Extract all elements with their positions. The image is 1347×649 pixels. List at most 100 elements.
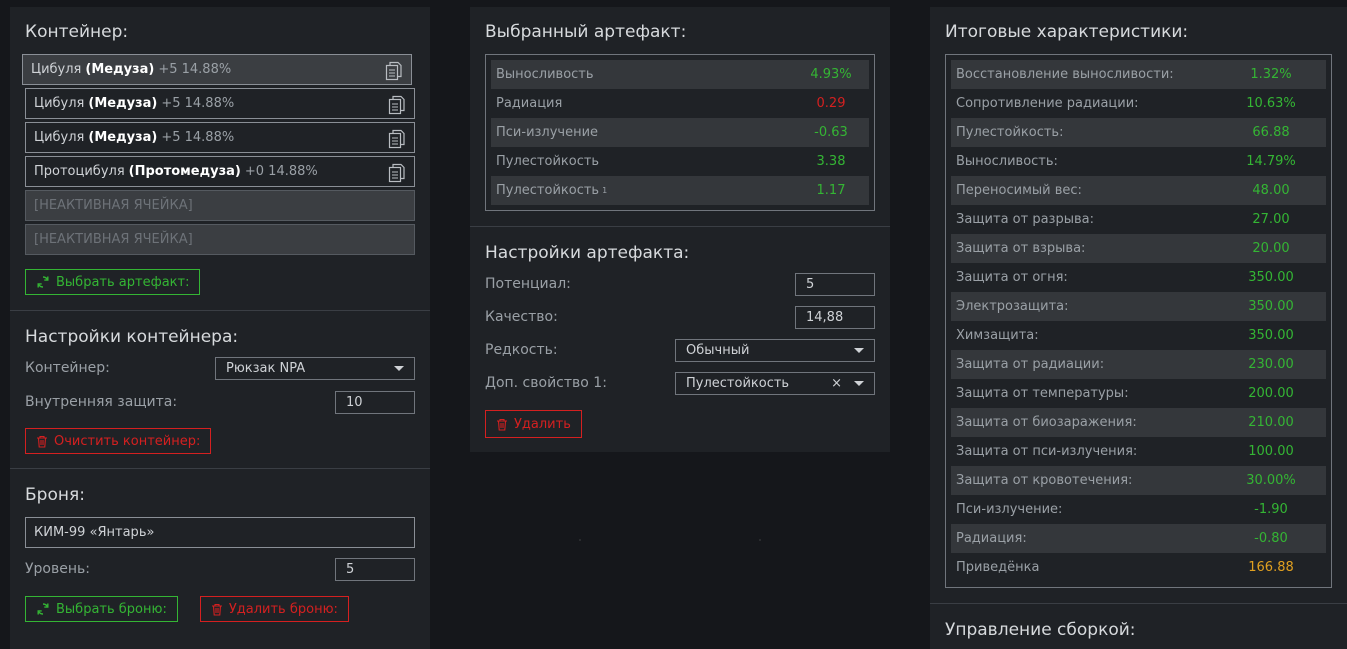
armor-title: Броня:: [25, 485, 85, 505]
stat-label: Защита от пси-излучения:: [956, 444, 1138, 459]
stat-row: Пулестойкость 3.38: [491, 147, 869, 176]
slot-name: Цибуля: [31, 62, 82, 77]
container-select-value: Рюкзак NPA: [226, 360, 306, 376]
stat-label: Пси-излучение:: [956, 502, 1063, 517]
selected-artifact-section: Выбранный артефакт: Выносливость 4.93% Рад…: [470, 7, 890, 227]
stat-row: Защита от кровотечения: 30.00%: [951, 466, 1326, 495]
stat-value: 350.00: [1248, 270, 1294, 285]
potential-label: Потенциал:: [485, 276, 571, 292]
stat-label: Переносимый вес:: [956, 183, 1082, 198]
inactive-slot-label: [НЕАКТИВНАЯ ЯЧЕЙКА]: [34, 232, 193, 247]
container-row: Контейнер: Рюкзак NPA: [25, 353, 415, 383]
delete-artifact-button[interactable]: Удалить: [485, 410, 582, 438]
stat-value: -0.63: [814, 125, 848, 140]
extra-property-value: Пулестойкость: [686, 375, 790, 391]
artifact-slot[interactable]: Цибуля (Медуза) +5 14.88%: [25, 122, 415, 153]
armor-level-input[interactable]: 5: [335, 557, 415, 581]
artifact-slot[interactable]: Цибуля (Медуза) +5 14.88%: [22, 54, 412, 85]
stat-label: Защита от взрыва:: [956, 241, 1086, 256]
stat-label: Радиация: [496, 96, 563, 111]
select-artifact-button[interactable]: Выбрать артефакт:: [25, 269, 201, 295]
stat-row: Защита от огня: 350.00: [951, 263, 1326, 292]
artifact-settings-section: Настройки артефакта: Потенциал: 5 Качест…: [470, 227, 890, 452]
copy-icon[interactable]: [385, 61, 403, 81]
artifact-settings-title: Настройки артефакта:: [485, 243, 690, 263]
stat-value: 230.00: [1248, 357, 1294, 372]
protection-input[interactable]: 10: [335, 390, 415, 414]
container-settings-section: Настройки контейнера: Контейнер: Рюкзак …: [10, 311, 430, 469]
rarity-select-value: Обычный: [686, 342, 750, 358]
stat-value: 20.00: [1252, 241, 1290, 256]
extra-property-select[interactable]: Пулестойкость ×: [675, 371, 875, 395]
delete-artifact-label: Удалить: [514, 416, 571, 432]
stat-value: 210.00: [1248, 415, 1294, 430]
armor-name-field[interactable]: КИМ-99 «Янтарь»: [25, 517, 415, 548]
slot-info: +5 14.88%: [161, 96, 235, 111]
stat-value: 350.00: [1248, 328, 1294, 343]
stat-label: Восстановление выносливости:: [956, 67, 1174, 82]
artifact-slot[interactable]: Протоцибуля (Протомедуза) +0 14.88%: [25, 156, 415, 187]
quality-input[interactable]: 14,88: [795, 305, 875, 329]
refresh-icon: [37, 276, 49, 288]
copy-icon[interactable]: [388, 95, 406, 115]
delete-armor-button[interactable]: Удалить броню:: [199, 596, 349, 622]
stat-label: Пси-излучение: [496, 125, 599, 140]
slot-type: (Протомедуза): [128, 164, 241, 179]
stat-value: 4.93%: [810, 67, 852, 82]
copy-icon[interactable]: [388, 163, 406, 183]
slot-name: Цибуля: [34, 130, 85, 145]
stat-value: -1.90: [1254, 502, 1288, 517]
delete-armor-label: Удалить броню:: [228, 601, 338, 617]
slot-name: Протоцибуля: [34, 164, 125, 179]
totals-section: Итоговые характеристики: Восстановление …: [930, 7, 1347, 604]
container-title: Контейнер:: [25, 22, 129, 42]
stat-value: 166.88: [1248, 560, 1294, 575]
potential-row: Потенциал: 5: [485, 269, 875, 299]
clear-container-button[interactable]: Очистить контейнер:: [25, 428, 212, 454]
stat-value: 30.00%: [1246, 473, 1296, 488]
trash-icon: [37, 435, 47, 448]
stat-label: Выносливость: [496, 67, 594, 82]
stat-label: Химзащита:: [956, 328, 1039, 343]
clear-icon[interactable]: ×: [831, 376, 842, 391]
stat-label: Сопротивление радиации:: [956, 96, 1139, 111]
chevron-down-icon: [854, 380, 864, 386]
build-title: Управление сборкой:: [945, 620, 1136, 640]
totals-stats-table: Восстановление выносливости: 1.32% Сопроти…: [945, 54, 1332, 588]
container-select[interactable]: Рюкзак NPA: [215, 356, 415, 380]
chevron-down-icon: [394, 365, 404, 371]
stat-row: Сопротивление радиации: 10.63%: [951, 89, 1326, 118]
stat-label: Защита от температуры:: [956, 386, 1129, 401]
stat-row: Электрозащита: 350.00: [951, 292, 1326, 321]
stat-label: Защита от биозаражения:: [956, 415, 1137, 430]
stat-value: 350.00: [1248, 299, 1294, 314]
stat-value: 1.32%: [1250, 67, 1292, 82]
container-section: Контейнер: Цибуля (Медуза) +5 14.88% Цибуля…: [10, 7, 430, 311]
artifact-stats-table: Выносливость 4.93% Радиация 0.29 Пси-излучен…: [485, 54, 875, 211]
rarity-select[interactable]: Обычный: [675, 338, 875, 362]
select-armor-button[interactable]: Выбрать броню:: [25, 596, 178, 622]
stat-label: Пулестойкость: [496, 183, 600, 198]
stat-sup: 1: [602, 186, 608, 195]
stat-label: Пулестойкость:: [956, 125, 1064, 140]
armor-level-row: Уровень: 5: [25, 554, 415, 584]
protection-row: Внутренняя защита: 10: [25, 387, 415, 417]
copy-icon[interactable]: [388, 129, 406, 149]
stat-row: Защита от температуры: 200.00: [951, 379, 1326, 408]
stat-row: Пулестойкость: 66.88: [951, 118, 1326, 147]
protection-label: Внутренняя защита:: [25, 394, 178, 410]
artifact-slot[interactable]: Цибуля (Медуза) +5 14.88%: [25, 88, 415, 119]
stat-value: 10.63%: [1246, 96, 1296, 111]
stat-label: Выносливость:: [956, 154, 1058, 169]
armor-buttons: Выбрать броню: Удалить броню:: [25, 596, 415, 622]
stat-value: -0.80: [1254, 531, 1288, 546]
container-settings-title: Настройки контейнера:: [25, 327, 239, 347]
slot-info: +5 14.88%: [161, 130, 235, 145]
stat-value: 14.79%: [1246, 154, 1296, 169]
stat-label: Пулестойкость: [496, 154, 600, 169]
potential-input[interactable]: 5: [795, 272, 875, 296]
stat-label: Электрозащита:: [956, 299, 1069, 314]
armor-level-label: Уровень:: [25, 561, 90, 577]
stat-label: Защита от радиации:: [956, 357, 1105, 372]
stat-row: Защита от взрыва: 20.00: [951, 234, 1326, 263]
